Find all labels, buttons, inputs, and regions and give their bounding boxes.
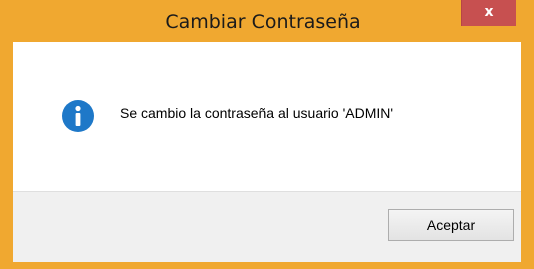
ok-button[interactable]: Aceptar xyxy=(388,209,514,241)
dialog-body: Se cambio la contraseña al usuario 'ADMI… xyxy=(13,42,521,262)
close-button[interactable]: x xyxy=(461,0,516,26)
title-bar[interactable]: Cambiar Contraseña x xyxy=(4,0,522,42)
button-bar: Aceptar xyxy=(13,191,521,262)
window-title: Cambiar Contraseña xyxy=(165,11,361,33)
dialog-message: Se cambio la contraseña al usuario 'ADMI… xyxy=(120,105,394,121)
message-area: Se cambio la contraseña al usuario 'ADMI… xyxy=(13,42,521,191)
info-icon xyxy=(62,100,94,132)
